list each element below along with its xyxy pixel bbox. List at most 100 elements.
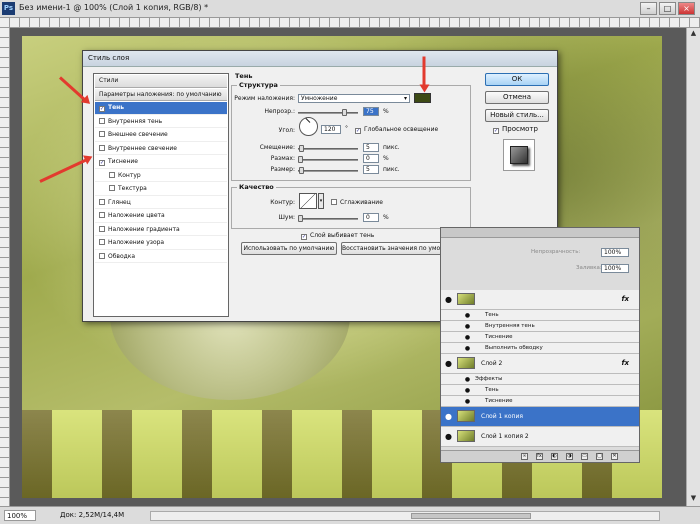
layer-effect-name[interactable]: Внутренняя тень <box>485 323 535 329</box>
eye-icon[interactable]: ● <box>463 386 472 395</box>
fx-icon[interactable]: fx <box>621 295 629 303</box>
eye-icon[interactable]: ● <box>444 412 453 421</box>
layer-row[interactable]: ● Слой 1 копия 2 <box>441 427 639 447</box>
spread-input[interactable]: 0 <box>363 154 379 163</box>
scroll-up-icon[interactable]: ▲ <box>689 29 698 38</box>
style-item[interactable]: Обводка <box>95 251 227 263</box>
spread-slider-thumb[interactable] <box>298 156 303 163</box>
antialias-checkbox[interactable] <box>331 199 337 205</box>
vertical-scrollbar[interactable]: ▲ ▼ <box>686 28 700 506</box>
layer-effect-name[interactable]: Тиснение <box>485 334 513 340</box>
global-light-checkbox[interactable]: ✓ <box>355 128 361 134</box>
preview-option[interactable]: ✓ Просмотр <box>493 125 538 134</box>
eye-icon[interactable]: ● <box>463 375 472 384</box>
adjustment-icon[interactable]: ◑ <box>566 453 573 460</box>
style-item[interactable]: Наложение цвета <box>95 210 227 223</box>
style-item[interactable]: Внутреннее свечение <box>95 143 227 155</box>
layer-row[interactable]: ● Слой 1 копия <box>441 407 639 427</box>
style-item-checkbox[interactable] <box>99 212 105 218</box>
knockout-option[interactable]: ✓ Слой выбивает тень <box>301 232 374 240</box>
style-item-checkbox[interactable] <box>99 252 105 259</box>
horizontal-scrollbar[interactable] <box>150 511 660 521</box>
style-item-checkbox[interactable] <box>99 225 105 232</box>
style-item[interactable]: Глянец <box>95 197 227 209</box>
layers-panel-header[interactable] <box>441 228 639 238</box>
layer-row[interactable]: ● fx <box>441 290 639 310</box>
layer-effect-name[interactable]: Выполнить обводку <box>485 345 543 351</box>
style-item[interactable]: Наложение градиента <box>95 224 227 236</box>
blend-mode-select[interactable]: Умножение ▾ <box>298 94 410 103</box>
distance-slider-thumb[interactable] <box>299 145 304 152</box>
eye-icon[interactable]: ● <box>463 397 472 406</box>
opacity-slider[interactable] <box>298 109 358 116</box>
layer-effect-name[interactable]: Тень <box>485 387 499 393</box>
style-item-checkbox[interactable] <box>99 144 105 151</box>
layer-effect-row[interactable]: ● Тень <box>441 310 639 321</box>
mask-icon[interactable]: ◐ <box>551 453 558 460</box>
styles-list-header[interactable]: Стили <box>95 75 227 88</box>
doc-info[interactable]: Док: 2,52M/14,4M <box>60 511 124 519</box>
angle-dial[interactable] <box>299 117 318 136</box>
scroll-down-icon[interactable]: ▼ <box>689 494 698 503</box>
distance-slider[interactable] <box>298 145 358 152</box>
layer-effect-row[interactable]: ● Тиснение <box>441 396 639 407</box>
contour-dropdown-icon[interactable]: ▾ <box>318 193 324 209</box>
opacity-input[interactable]: 75 <box>363 107 379 116</box>
fx-icon[interactable]: fx <box>536 453 543 460</box>
vertical-ruler[interactable] <box>0 28 10 506</box>
new-layer-icon[interactable]: ▢ <box>596 453 603 460</box>
spread-slider[interactable] <box>298 156 358 163</box>
size-slider[interactable] <box>298 167 358 174</box>
eye-icon[interactable]: ● <box>463 322 472 331</box>
zoom-input[interactable]: 100% <box>4 510 36 521</box>
layer-effect-row[interactable]: ● Выполнить обводку <box>441 343 639 354</box>
noise-slider[interactable] <box>298 215 358 222</box>
eye-icon[interactable]: ● <box>463 344 472 353</box>
make-default-button[interactable]: Использовать по умолчанию <box>241 242 337 255</box>
size-slider-thumb[interactable] <box>299 167 304 174</box>
shadow-color-swatch[interactable] <box>414 93 431 103</box>
style-item[interactable]: ✓ Тиснение <box>95 156 227 169</box>
style-item-checkbox[interactable] <box>99 239 105 245</box>
layer-opacity-input[interactable]: 100% <box>601 248 629 257</box>
layer-effect-row[interactable]: ● Тиснение <box>441 332 639 343</box>
folder-icon[interactable]: ▭ <box>581 453 588 460</box>
link-icon[interactable]: ∞ <box>521 453 528 460</box>
global-light-option[interactable]: ✓ Глобальное освещение <box>355 126 438 134</box>
noise-input[interactable]: 0 <box>363 213 379 222</box>
layer-fill-input[interactable]: 100% <box>601 264 629 273</box>
minimize-button[interactable]: – <box>640 2 657 15</box>
knockout-checkbox[interactable]: ✓ <box>301 234 307 240</box>
layer-effect-row[interactable]: ● Эффекты <box>441 374 639 385</box>
layer-name[interactable]: Слой 1 копия 2 <box>481 433 529 440</box>
maximize-button[interactable]: □ <box>659 2 676 15</box>
style-item-checkbox[interactable] <box>109 185 115 191</box>
style-item[interactable]: Внутренняя тень <box>95 116 227 128</box>
style-item-checkbox[interactable] <box>109 171 115 178</box>
eye-icon[interactable]: ● <box>463 333 472 342</box>
style-item-checkbox[interactable]: ✓ <box>99 106 105 112</box>
antialias-option[interactable]: Сглаживание <box>331 199 383 206</box>
size-input[interactable]: 5 <box>363 165 379 174</box>
layer-effect-row[interactable]: ● Внутренняя тень <box>441 321 639 332</box>
style-item-checkbox[interactable] <box>99 198 105 205</box>
distance-input[interactable]: 5 <box>363 143 379 152</box>
horizontal-ruler[interactable] <box>0 18 700 28</box>
layer-name[interactable]: Слой 2 <box>481 360 502 367</box>
layer-effect-row[interactable]: ● Тень <box>441 385 639 396</box>
eye-icon[interactable]: ● <box>463 311 472 320</box>
cancel-button[interactable]: Отмена <box>485 91 549 104</box>
layer-effect-name[interactable]: Тиснение <box>485 398 513 404</box>
layer-row[interactable]: ● Слой 2 fx <box>441 354 639 374</box>
layer-name[interactable]: Слой 1 копия <box>481 413 523 420</box>
style-item[interactable]: Текстура <box>95 183 227 196</box>
ok-button[interactable]: ОК <box>485 73 549 86</box>
new-style-button[interactable]: Новый стиль... <box>485 109 549 122</box>
contour-preview[interactable] <box>299 193 317 209</box>
angle-input[interactable]: 120 <box>321 125 341 134</box>
opacity-slider-thumb[interactable] <box>342 109 347 116</box>
preview-checkbox[interactable]: ✓ <box>493 128 499 134</box>
style-item[interactable]: ✓ Тень <box>95 102 227 115</box>
layer-effect-name[interactable]: Эффекты <box>475 376 503 382</box>
eye-icon[interactable]: ● <box>444 359 453 368</box>
